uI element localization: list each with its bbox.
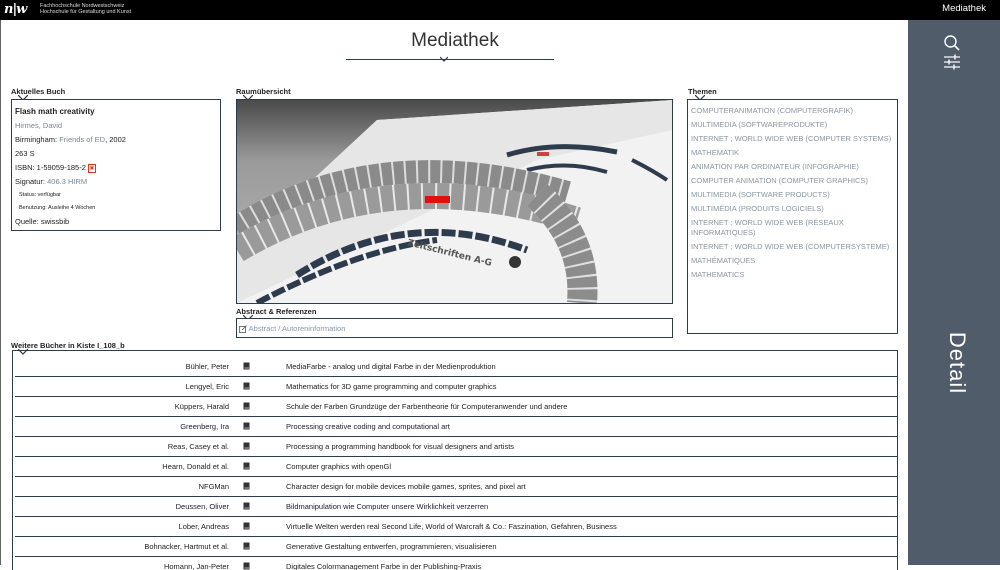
row-title: Processing a programming handbook for vi… (286, 442, 515, 451)
shelf-3d-view[interactable]: Zeitschriften A-G (236, 99, 673, 304)
theme-link[interactable]: INTERNET ; WORLD WIDE WEB (COMPUTERSYSTE… (691, 242, 894, 252)
row-title: Generative Gestaltung entwerfen, program… (286, 542, 497, 551)
book-icon (243, 522, 250, 530)
current-book-highlight (425, 196, 450, 203)
theme-link[interactable]: COMPUTER ANIMATION (COMPUTER GRAPHICS) (691, 176, 894, 186)
row-title: Mathematics for 3D game programming and … (286, 382, 497, 391)
app-name: Mediathek (942, 3, 986, 14)
search-icon[interactable] (942, 33, 962, 53)
book-icon (243, 502, 250, 510)
book-signature-row: Signatur: 406.3 HIRM (15, 175, 217, 189)
book-icon (243, 462, 250, 470)
theme-link[interactable]: INTERNET ; WORLD WIDE WEB (COMPUTER SYST… (691, 134, 894, 144)
book-title: Flash math creativity (15, 107, 95, 116)
row-author: Deussen, Oliver (175, 502, 229, 511)
row-title: Bildmanipulation wie Computer unsere Wir… (286, 502, 489, 511)
row-author: Hearn, Donald et al. (162, 462, 229, 471)
book-source: Quelle: swissbib (15, 217, 70, 226)
theme-link[interactable]: COMPUTERANIMATION (COMPUTERGRAFIK) (691, 106, 894, 116)
book-isbn-row: ISBN: 1-59059-185-2 ▣ (15, 161, 217, 175)
org-line-2: Hochschule für Gestaltung und Kunst (40, 9, 132, 15)
book-icon (243, 482, 250, 490)
detail-toggle[interactable]: Detail (944, 303, 970, 423)
fhnw-logo[interactable]: n|w (4, 2, 27, 17)
org-name: Fachhochschule Nordwestschweiz Hochschul… (40, 3, 131, 15)
book-icon (243, 382, 250, 390)
book-publication: Birmingham: Friends of ED, 2002 (15, 133, 217, 147)
row-author: Bühler, Peter (185, 362, 229, 371)
table-row[interactable]: Deussen, Oliver Bildmanipulation wie Comp… (15, 497, 897, 517)
theme-link[interactable]: MATHEMATICS (691, 270, 894, 280)
filter-sliders-icon[interactable] (942, 52, 962, 72)
book-publisher[interactable]: Friends of ED (59, 135, 105, 144)
row-title: MediaFarbe - analog und digital Farbe in… (286, 362, 496, 371)
external-link-icon[interactable]: ▣ (87, 163, 96, 173)
theme-link[interactable]: MULTIMEDIA (SOFTWAREPRODUKTE) (691, 120, 894, 130)
table-row[interactable]: Lober, Andreas Virtuelle Welten werden re… (15, 517, 897, 537)
signature-label: Signatur: (15, 177, 46, 186)
section-label-more-books: Weitere Bücher in Kiste I_108_b (11, 341, 125, 350)
table-row[interactable]: Hearn, Donald et al. Computer graphics wi… (15, 457, 897, 477)
chevron-down-icon (440, 56, 448, 62)
theme-link[interactable]: ANIMATION PAR ORDINATEUR (INFOGRAPHIE) (691, 162, 894, 172)
abstract-link[interactable]: Abstract / Autoreninformation (249, 324, 346, 333)
book-icon (243, 542, 250, 550)
book-icon (243, 422, 250, 430)
shelf-map-illustration[interactable]: Zeitschriften A-G (237, 100, 672, 303)
row-author: Lengyel, Eric (185, 382, 229, 391)
book-icon (243, 562, 250, 570)
row-author: Lober, Andreas (178, 522, 229, 531)
table-row[interactable]: Reas, Casey et al. Processing a programmi… (15, 437, 897, 457)
table-row[interactable]: Küppers, Harald Schule der Farben Grundzü… (15, 397, 897, 417)
top-bar: n|w Fachhochschule Nordwestschweiz Hochs… (0, 0, 1000, 20)
detail-sidebar[interactable] (908, 20, 1000, 565)
book-icon (243, 362, 250, 370)
table-row[interactable]: Bohnacker, Hartmut et al. Generative Gest… (15, 537, 897, 557)
row-title: Character design for mobile devices mobi… (286, 482, 526, 491)
book-signature[interactable]: 406.3 HIRM (47, 177, 87, 186)
row-author: Reas, Casey et al. (167, 442, 229, 451)
theme-link[interactable]: MATHEMATIK (691, 148, 894, 158)
row-author: Bohnacker, Hartmut et al. (144, 542, 229, 551)
abstract-panel[interactable]: Abstract / Autoreninformation (236, 318, 673, 338)
table-row[interactable]: Homann, Jan-Peter Digitales Colormanageme… (15, 557, 897, 570)
table-row[interactable]: Lengyel, Eric Mathematics for 3D game pro… (15, 377, 897, 397)
theme-link[interactable]: MULTIMEDIA (SOFTWARE PRODUCTS) (691, 190, 894, 200)
row-author: NFGMan (198, 482, 229, 491)
row-author: Greenberg, Ira (180, 422, 229, 431)
title-divider (346, 59, 554, 60)
book-author[interactable]: Hirmes, David (15, 119, 217, 133)
current-book-panel: Flash math creativity Hirmes, David Birm… (11, 99, 221, 231)
row-title: Computer graphics with openGl (286, 462, 392, 471)
theme-link[interactable]: MATHÉMATIQUES (691, 256, 894, 266)
row-author: Küppers, Harald (174, 402, 229, 411)
row-title: Virtuelle Welten werden real Second Life… (286, 522, 617, 531)
book-icon (243, 442, 250, 450)
themes-panel: COMPUTERANIMATION (COMPUTERGRAFIK) MULTI… (687, 99, 898, 334)
external-link-icon[interactable] (239, 324, 249, 333)
theme-link[interactable]: INTERNET ; WORLD WIDE WEB (RÉSEAUX INFOR… (691, 218, 894, 238)
row-author: Homann, Jan-Peter (163, 562, 229, 570)
table-row[interactable]: NFGMan Character design for mobile device… (15, 477, 897, 497)
book-loan: Benutzung: Ausleihe 4 Wochen (19, 205, 96, 211)
table-row[interactable]: Bühler, Peter MediaFarbe - analog und dig… (15, 357, 897, 377)
page-title: Mediathek (411, 30, 499, 51)
row-title: Processing creative coding and computati… (286, 422, 450, 431)
book-place: Birmingham: (15, 135, 58, 144)
book-isbn: ISBN: 1-59059-185-2 (15, 163, 86, 172)
book-status: Status: verfügbar (19, 192, 61, 198)
book-icon (243, 402, 250, 410)
theme-link[interactable]: MULTIMÉDIA (PRODUITS LOGICIELS) (691, 204, 894, 214)
table-row[interactable]: Greenberg, Ira Processing creative coding… (15, 417, 897, 437)
more-books-table: Bühler, Peter MediaFarbe - analog und dig… (12, 350, 898, 570)
book-year: , 2002 (105, 135, 126, 144)
row-title: Digitales Colormanagement Farbe in der P… (286, 562, 482, 570)
row-title: Schule der Farben Grundzüge der Farbenth… (286, 402, 568, 411)
book-pages: 263 S (15, 149, 35, 158)
